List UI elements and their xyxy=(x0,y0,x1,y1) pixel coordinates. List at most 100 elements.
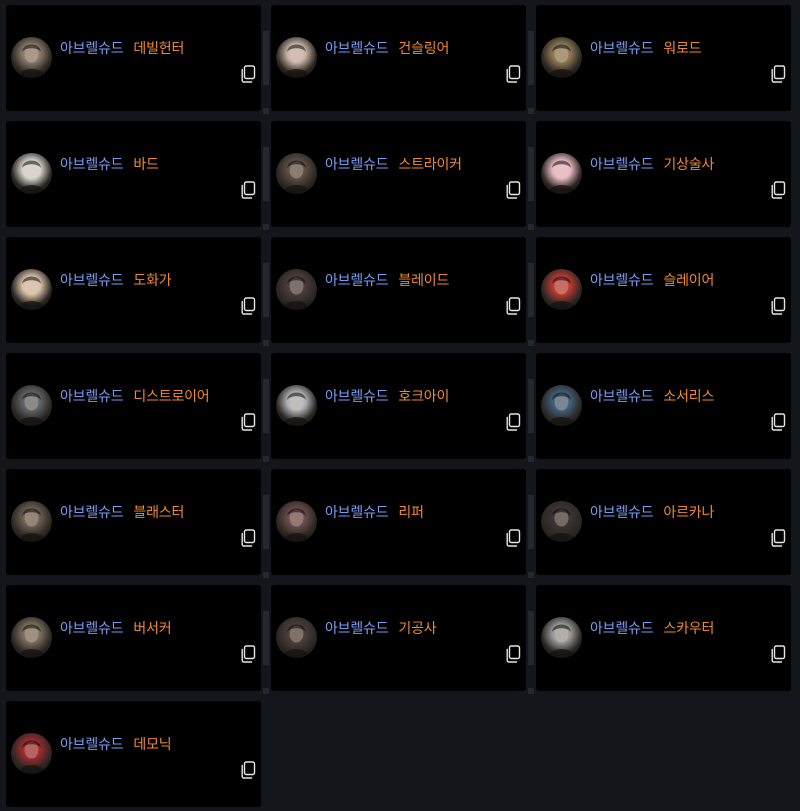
class-name: 건슬링어 xyxy=(398,41,450,57)
copy-icon[interactable] xyxy=(505,529,521,547)
copy-icon[interactable] xyxy=(770,65,786,83)
row-divider xyxy=(528,340,534,346)
server-name: 아브렐슈드 xyxy=(325,41,389,57)
server-name: 아브렐슈드 xyxy=(590,41,654,57)
character-label: 아브렐슈드 블레이드 xyxy=(325,270,449,290)
arcana-portrait-icon xyxy=(541,501,582,542)
blaster-portrait-icon xyxy=(11,501,52,542)
server-name: 아브렐슈드 xyxy=(325,505,389,521)
character-label: 아브렐슈드 워로드 xyxy=(590,38,702,58)
column-divider xyxy=(528,147,534,201)
reaper-portrait-icon xyxy=(276,501,317,542)
column-divider xyxy=(263,611,269,665)
copy-icon[interactable] xyxy=(240,413,256,431)
character-label: 아브렐슈드 소서리스 xyxy=(590,386,714,406)
copy-icon[interactable] xyxy=(240,181,256,199)
column-divider xyxy=(528,611,534,665)
copy-icon[interactable] xyxy=(770,181,786,199)
character-label: 아브렐슈드 디스트로이어 xyxy=(60,386,210,406)
class-name: 데모닉 xyxy=(133,737,172,753)
character-grid: 아브렐슈드 데빌헌터 아브렐슈드 건슬링어 아브렐슈드 워로드 아브렐슈드 바드 아브렐슈드 스트… xyxy=(6,5,791,807)
slayer-portrait-icon xyxy=(541,269,582,310)
copy-icon[interactable] xyxy=(770,297,786,315)
character-label: 아브렐슈드 스트라이커 xyxy=(325,154,462,174)
row-divider xyxy=(263,688,269,694)
class-name: 아르카나 xyxy=(663,505,715,521)
character-label: 아브렐슈드 기상술사 xyxy=(590,154,714,174)
class-name: 도화가 xyxy=(133,273,172,289)
column-divider xyxy=(528,379,534,433)
character-label: 아브렐슈드 블래스터 xyxy=(60,502,184,522)
class-name: 디스트로이어 xyxy=(133,389,210,405)
class-name: 스트라이커 xyxy=(398,157,462,173)
class-name: 슬레이어 xyxy=(663,273,715,289)
character-card: 아브렐슈드 슬레이어 xyxy=(536,237,791,343)
soulfist-portrait-icon xyxy=(276,617,317,658)
column-divider xyxy=(263,147,269,201)
copy-icon[interactable] xyxy=(240,529,256,547)
character-card: 아브렐슈드 아르카나 xyxy=(536,469,791,575)
copy-icon[interactable] xyxy=(505,181,521,199)
copy-icon[interactable] xyxy=(770,645,786,663)
character-label: 아브렐슈드 호크아이 xyxy=(325,386,449,406)
server-name: 아브렐슈드 xyxy=(325,389,389,405)
server-name: 아브렐슈드 xyxy=(60,157,124,173)
class-name: 버서커 xyxy=(133,621,172,637)
class-name: 스카우터 xyxy=(663,621,715,637)
hawkeye-portrait-icon xyxy=(276,385,317,426)
character-card: 아브렐슈드 건슬링어 xyxy=(271,5,526,111)
character-card: 아브렐슈드 버서커 xyxy=(6,585,261,691)
character-card: 아브렐슈드 블레이드 xyxy=(271,237,526,343)
character-card: 아브렐슈드 도화가 xyxy=(6,237,261,343)
copy-icon[interactable] xyxy=(240,645,256,663)
column-divider xyxy=(528,31,534,85)
copy-icon[interactable] xyxy=(770,413,786,431)
server-name: 아브렐슈드 xyxy=(325,621,389,637)
character-label: 아브렐슈드 버서커 xyxy=(60,618,172,638)
character-card: 아브렐슈드 스트라이커 xyxy=(271,121,526,227)
server-name: 아브렐슈드 xyxy=(60,737,124,753)
server-name: 아브렐슈드 xyxy=(60,505,124,521)
column-divider xyxy=(263,263,269,317)
class-name: 기공사 xyxy=(398,621,437,637)
server-name: 아브렐슈드 xyxy=(60,273,124,289)
row-divider xyxy=(263,572,269,578)
blade-portrait-icon xyxy=(276,269,317,310)
character-label: 아브렐슈드 아르카나 xyxy=(590,502,714,522)
scouter-portrait-icon xyxy=(541,617,582,658)
character-card: 아브렐슈드 호크아이 xyxy=(271,353,526,459)
class-name: 바드 xyxy=(133,157,159,173)
column-divider xyxy=(528,495,534,549)
server-name: 아브렐슈드 xyxy=(325,273,389,289)
copy-icon[interactable] xyxy=(770,529,786,547)
character-label: 아브렐슈드 기공사 xyxy=(325,618,437,638)
copy-icon[interactable] xyxy=(240,761,256,779)
character-label: 아브렐슈드 데빌헌터 xyxy=(60,38,184,58)
copy-icon[interactable] xyxy=(240,65,256,83)
artist-portrait-icon xyxy=(11,269,52,310)
server-name: 아브렐슈드 xyxy=(590,505,654,521)
bard-portrait-icon xyxy=(11,153,52,194)
class-name: 리퍼 xyxy=(398,505,424,521)
copy-icon[interactable] xyxy=(505,297,521,315)
column-divider xyxy=(263,31,269,85)
character-card: 아브렐슈드 워로드 xyxy=(536,5,791,111)
copy-icon[interactable] xyxy=(505,645,521,663)
class-name: 기상술사 xyxy=(663,157,715,173)
demonic-portrait-icon xyxy=(11,733,52,774)
copy-icon[interactable] xyxy=(505,65,521,83)
server-name: 아브렐슈드 xyxy=(590,621,654,637)
row-divider xyxy=(263,108,269,114)
character-label: 아브렐슈드 데모닉 xyxy=(60,734,172,754)
character-label: 아브렐슈드 스카우터 xyxy=(590,618,714,638)
copy-icon[interactable] xyxy=(240,297,256,315)
character-label: 아브렐슈드 도화가 xyxy=(60,270,172,290)
berserker-portrait-icon xyxy=(11,617,52,658)
character-card: 아브렐슈드 기상술사 xyxy=(536,121,791,227)
character-card: 아브렐슈드 디스트로이어 xyxy=(6,353,261,459)
row-divider xyxy=(528,108,534,114)
server-name: 아브렐슈드 xyxy=(60,389,124,405)
copy-icon[interactable] xyxy=(505,413,521,431)
column-divider xyxy=(263,379,269,433)
character-card: 아브렐슈드 기공사 xyxy=(271,585,526,691)
